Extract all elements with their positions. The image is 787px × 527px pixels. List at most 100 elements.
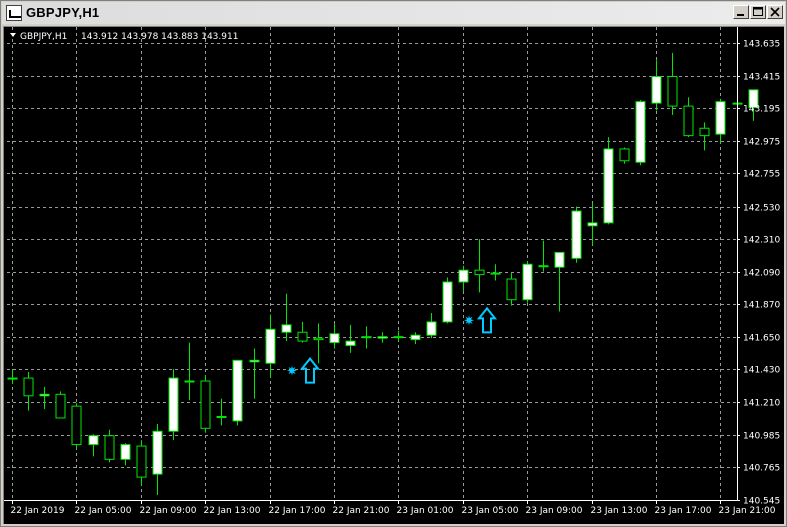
candle-body <box>232 359 243 422</box>
candle <box>7 369 18 384</box>
candle-body <box>329 333 340 344</box>
candle <box>265 314 276 379</box>
candle <box>281 293 292 342</box>
x-tick-label: 22 Jan 2019 <box>11 506 65 516</box>
candle <box>490 264 501 281</box>
candle-body <box>216 415 227 418</box>
y-tick-label: 141.210 <box>743 399 780 409</box>
x-tick-label: 22 Jan 13:00 <box>204 506 261 516</box>
candle-body <box>361 336 372 339</box>
candle <box>23 372 34 411</box>
minimize-button[interactable] <box>733 5 749 19</box>
candle-body <box>603 148 614 224</box>
candlestick-chart-svg[interactable]: 143.635 143.415 143.195 142.975 142.755 142.5… <box>4 27 783 523</box>
candle <box>55 391 66 419</box>
candle <box>152 423 163 495</box>
candle-body <box>39 393 50 397</box>
minimize-icon <box>737 14 744 16</box>
y-tick-label: 143.195 <box>743 105 780 115</box>
candle-body <box>571 210 582 259</box>
candle <box>393 330 404 342</box>
window-title: GBPJPY,H1 <box>26 5 100 20</box>
candle-body <box>506 278 517 301</box>
price-chart[interactable]: 143.635 143.415 143.195 142.975 142.755 142.5… <box>3 26 784 524</box>
y-tick-label: 142.090 <box>743 269 780 279</box>
info-symbol: GBPJPY,H1 <box>20 32 67 42</box>
candle <box>313 323 324 364</box>
arrow-shape <box>476 306 498 334</box>
candle <box>345 324 356 353</box>
candle-body <box>7 377 18 380</box>
chart-grid <box>7 27 737 501</box>
candle <box>506 273 517 306</box>
y-tick-label: 142.310 <box>743 236 780 246</box>
arrow-shape <box>299 356 321 384</box>
candle-body <box>313 337 324 341</box>
candle <box>232 359 243 426</box>
candle <box>377 332 388 343</box>
candle-body <box>104 435 115 460</box>
candle-body <box>522 263 533 301</box>
candle <box>88 434 99 457</box>
candle <box>39 386 50 410</box>
y-tick-label: 143.635 <box>743 40 780 50</box>
star-shape <box>287 365 297 376</box>
y-tick-label: 141.870 <box>743 301 780 311</box>
candle <box>587 203 598 246</box>
candle-body <box>458 269 469 283</box>
candle-body <box>265 328 276 364</box>
candle-body <box>426 321 437 336</box>
y-tick-label: 143.415 <box>743 73 780 83</box>
candle-body <box>619 148 630 162</box>
candle-body <box>635 101 646 163</box>
star-signal-icon <box>464 315 474 326</box>
candle <box>619 147 630 164</box>
candle <box>458 265 469 291</box>
candle <box>426 313 437 339</box>
candle-body <box>297 331 308 342</box>
x-tick-label: 23 Jan 09:00 <box>526 506 583 516</box>
x-tick-label: 22 Jan 17:00 <box>269 506 326 516</box>
candle-body <box>554 251 565 268</box>
maximize-icon <box>753 7 763 16</box>
candle-body <box>168 377 179 432</box>
info-line: GBPJPY,H1 143.912 143.978 143.883 143.91… <box>10 32 238 42</box>
candle-body <box>651 76 662 104</box>
candle <box>635 100 646 166</box>
candle-body <box>699 127 710 137</box>
buy-arrow-icon <box>299 356 321 384</box>
x-tick-label: 22 Jan 05:00 <box>75 506 132 516</box>
candle <box>136 440 147 486</box>
candle-body <box>538 265 549 268</box>
x-tick-label: 22 Jan 09:00 <box>140 506 197 516</box>
chart-window[interactable]: GBPJPY,H1 143.635 143.415 143.195 142.975 14… <box>0 0 787 527</box>
chart-axes: 143.635 143.415 143.195 142.975 142.755 142.5… <box>4 27 780 516</box>
y-tick-label: 142.755 <box>743 170 780 180</box>
candle-body <box>184 380 195 383</box>
candle <box>442 277 453 324</box>
close-button[interactable] <box>767 5 783 19</box>
y-tick-label: 140.765 <box>743 464 780 474</box>
candle-body <box>377 336 388 339</box>
x-tick-label: 23 Jan 21:00 <box>719 506 776 516</box>
candle <box>699 122 710 151</box>
candle <box>522 261 533 303</box>
candle <box>168 369 179 441</box>
candle <box>249 348 260 399</box>
candle <box>474 239 485 293</box>
candle <box>200 375 211 433</box>
candle <box>297 321 308 343</box>
x-tick-label: 23 Jan 17:00 <box>655 506 712 516</box>
title-bar[interactable]: GBPJPY,H1 <box>2 2 785 24</box>
x-tick-label: 23 Jan 13:00 <box>591 506 648 516</box>
candle-body <box>281 324 292 333</box>
candles-layer <box>7 52 759 495</box>
candle-body <box>715 101 726 135</box>
candle-body <box>120 444 131 460</box>
maximize-button[interactable] <box>750 5 766 19</box>
collapse-arrow-icon[interactable] <box>10 33 16 37</box>
candle-body <box>474 269 485 276</box>
candle-body <box>410 334 421 341</box>
star-signal-icon <box>287 365 297 376</box>
candle <box>683 97 694 138</box>
